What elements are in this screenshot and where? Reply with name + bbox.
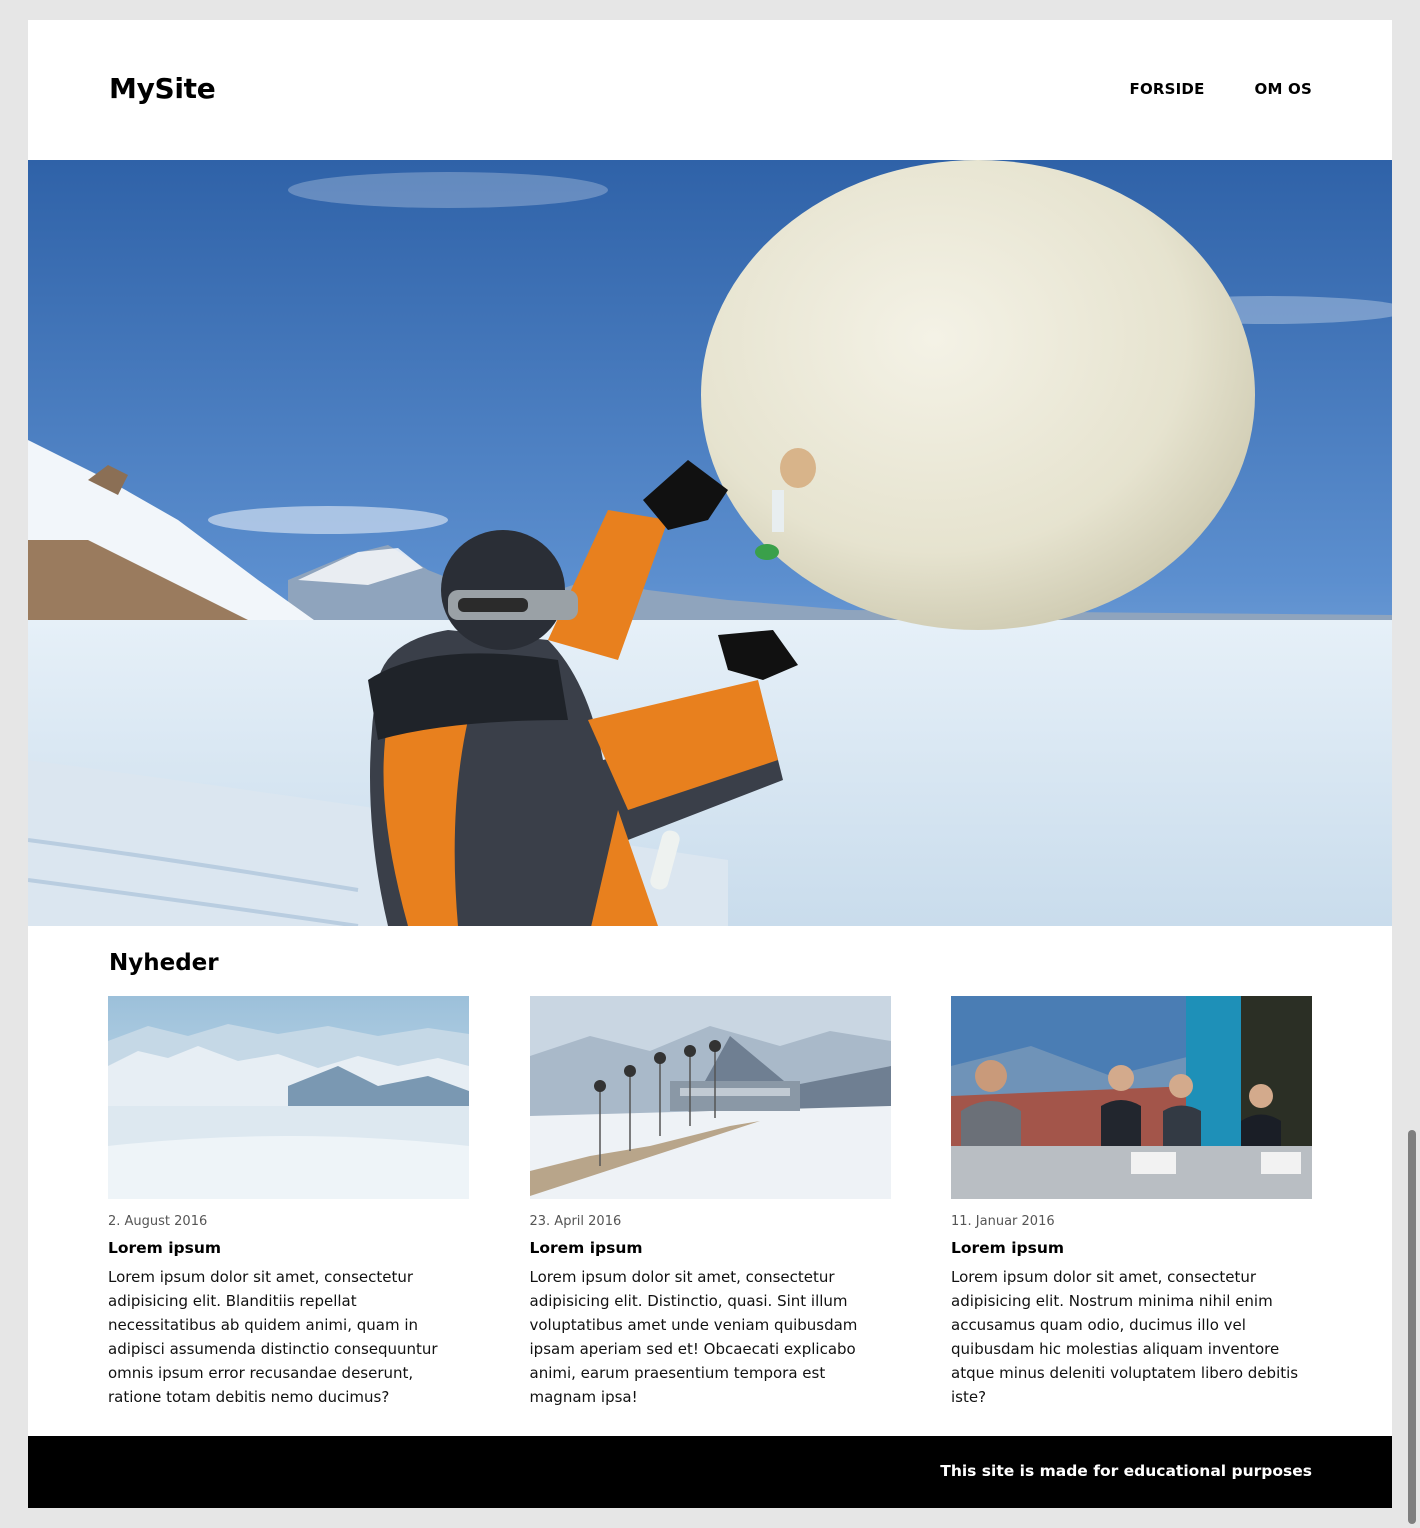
news-card-title[interactable]: Lorem ipsum [108,1239,469,1257]
news-card[interactable]: 23. April 2016 Lorem ipsum Lorem ipsum d… [529,996,891,1409]
main-nav: FORSIDE OM OS [1130,80,1313,98]
news-list: 2. August 2016 Lorem ipsum Lorem ipsum d… [108,996,1312,1409]
news-card-text: Lorem ipsum dolor sit amet, consectetur … [951,1268,1299,1406]
page-container: MySite FORSIDE OM OS Nyheder 2. August 2… [28,20,1392,1508]
news-card-date: 11. Januar 2016 [951,1214,1055,1229]
news-card-title[interactable]: Lorem ipsum [530,1239,891,1257]
news-card-image-mountains[interactable] [108,996,469,1199]
news-card-text: Lorem ipsum dolor sit amet, consectetur … [108,1268,438,1406]
news-card-date: 23. April 2016 [529,1214,622,1229]
site-logo[interactable]: MySite [109,72,216,105]
news-card[interactable]: 11. Januar 2016 Lorem ipsum Lorem ipsum … [951,996,1312,1409]
footer-text: This site is made for educational purpos… [940,1462,1312,1480]
page-scrollbar-thumb[interactable] [1408,1130,1416,1524]
nav-link-om-os[interactable]: OM OS [1255,80,1312,98]
nav-link-forside[interactable]: FORSIDE [1130,80,1205,98]
news-heading: Nyheder [109,950,219,976]
news-card-title[interactable]: Lorem ipsum [951,1239,1312,1257]
news-card-image-station[interactable] [529,996,891,1199]
news-card[interactable]: 2. August 2016 Lorem ipsum Lorem ipsum d… [108,996,469,1409]
news-card-image-conference[interactable] [951,996,1312,1199]
site-header: MySite FORSIDE OM OS [28,20,1392,160]
site-footer: This site is made for educational purpos… [28,1436,1392,1508]
hero-image [28,160,1392,926]
news-card-text: Lorem ipsum dolor sit amet, consectetur … [529,1268,858,1406]
news-card-date: 2. August 2016 [108,1214,208,1229]
